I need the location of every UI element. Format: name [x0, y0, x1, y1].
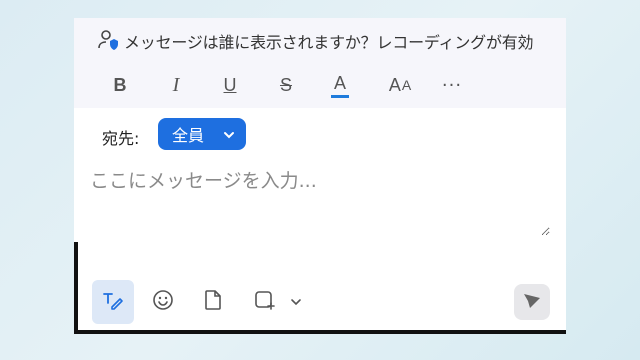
more-options-button[interactable]	[284, 280, 308, 324]
send-icon	[522, 290, 542, 314]
attach-file-button[interactable]	[192, 280, 234, 324]
underline-button[interactable]: U	[214, 70, 246, 100]
font-size-small-label: A	[401, 77, 412, 93]
font-size-big-label: A	[388, 74, 401, 95]
chevron-down-icon	[222, 127, 236, 141]
font-color-swatch	[331, 94, 349, 98]
italic-button[interactable]: I	[160, 70, 192, 100]
font-color-label: A	[333, 72, 346, 93]
font-color-button[interactable]: A	[324, 70, 356, 100]
emoji-icon	[151, 288, 175, 316]
format-toggle-button[interactable]	[92, 280, 134, 324]
format-toolbar: B I U S A AA ···	[74, 62, 566, 108]
screenshot-icon	[253, 288, 277, 316]
bold-button[interactable]: B	[104, 70, 136, 100]
font-size-button[interactable]: AA	[380, 70, 420, 100]
message-input[interactable]	[90, 166, 550, 236]
window-edge-bottom	[74, 330, 566, 334]
send-button[interactable]	[514, 284, 550, 320]
strikethrough-button[interactable]: S	[270, 70, 302, 100]
file-icon	[201, 288, 225, 316]
more-format-button[interactable]: ···	[436, 70, 468, 100]
window-edge-left	[74, 242, 78, 334]
recipient-select[interactable]: 全員	[158, 118, 246, 150]
chevron-down-icon	[290, 293, 302, 312]
format-icon	[101, 288, 125, 316]
screenshot-button[interactable]	[244, 280, 286, 324]
visibility-info-text[interactable]: メッセージは誰に表示されますか？レコーディングが有効	[124, 29, 534, 53]
chat-header: メッセージは誰に表示されますか？レコーディングが有効	[74, 18, 566, 62]
recipient-label: 宛先:	[102, 129, 140, 148]
person-lock-icon[interactable]	[96, 28, 120, 52]
chat-panel: メッセージは誰に表示されますか？レコーディングが有効 B I U S A AA …	[74, 18, 566, 332]
recipient-selected-value: 全員	[172, 126, 205, 145]
emoji-button[interactable]	[142, 280, 184, 324]
